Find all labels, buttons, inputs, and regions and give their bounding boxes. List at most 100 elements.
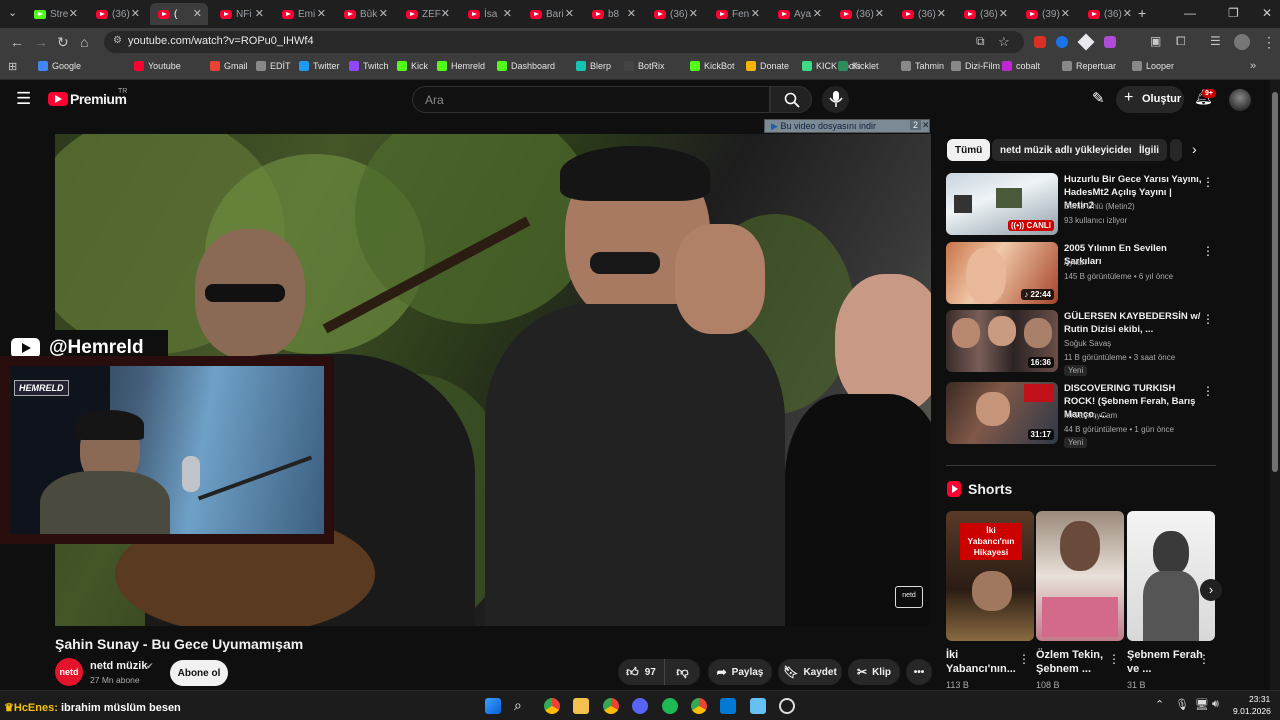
tab-close-icon[interactable]: ✕ xyxy=(999,7,1008,20)
channel-name[interactable]: netd müzik xyxy=(90,660,147,672)
tab-close-icon[interactable]: ✕ xyxy=(441,7,450,20)
windows-start-icon[interactable] xyxy=(485,698,501,714)
browser-tab[interactable]: (36) ✕ xyxy=(646,3,704,25)
more-bookmarks-icon[interactable]: » xyxy=(1250,60,1256,72)
site-info-icon[interactable]: ⚙ xyxy=(113,35,122,46)
tray-volume-icon[interactable]: 🔊︎ xyxy=(1212,698,1219,711)
bookmark-item[interactable]: Repertuar xyxy=(1062,61,1116,71)
downloads-icon[interactable]: ▣ xyxy=(1150,34,1161,48)
extension-red-icon[interactable] xyxy=(1034,36,1046,48)
page-scrollbar[interactable] xyxy=(1270,80,1280,690)
bookmark-item[interactable]: Kick xyxy=(397,61,428,71)
save-button[interactable]: 🔖︎ Kaydet xyxy=(778,659,842,685)
browser-tab[interactable]: (36) ✕ xyxy=(956,3,1014,25)
tab-close-icon[interactable]: ✕ xyxy=(317,7,326,20)
browser-menu-icon[interactable]: ⋮ xyxy=(1262,34,1276,51)
browser-tab[interactable]: (36) ✕ xyxy=(88,3,146,25)
kebab-menu-icon[interactable]: ⋮ xyxy=(1202,384,1214,398)
kebab-menu-icon[interactable]: ⋮ xyxy=(1108,652,1120,666)
recommended-video[interactable]: 31:17 DISCOVERING TURKISH ROCK! (Şebnem … xyxy=(946,382,1216,448)
chip-from-uploader[interactable]: netd müzik adlı yükleyiciden xyxy=(992,139,1144,161)
bookmark-item[interactable]: Google xyxy=(38,61,81,71)
chip-partial[interactable] xyxy=(1170,139,1182,161)
side-panel-icon[interactable]: ☰ xyxy=(1210,34,1221,48)
bookmark-item[interactable]: Twitter xyxy=(299,61,340,71)
discord-icon[interactable] xyxy=(632,698,648,714)
browser-tab[interactable]: Fen ✕ xyxy=(708,3,766,25)
close-window-button[interactable]: ✕ xyxy=(1262,6,1272,20)
spotify-icon[interactable] xyxy=(662,698,678,714)
extensions-puzzle-icon[interactable]: ⧠ xyxy=(1176,34,1186,49)
file-explorer-icon[interactable] xyxy=(573,698,589,714)
bookmark-item[interactable]: Tahmin xyxy=(901,61,944,71)
bookmark-star-icon[interactable]: ☆ xyxy=(998,34,1010,50)
download-close-icon[interactable]: ✕ xyxy=(922,120,930,131)
short-title[interactable]: İki Yabancı'nın... xyxy=(946,648,1026,676)
steam-icon[interactable] xyxy=(750,698,766,714)
short-title[interactable]: Özlem Tekin, Şebnem ... xyxy=(1036,648,1116,676)
bookmark-item[interactable]: Hemreld xyxy=(437,61,485,71)
subscribe-button[interactable]: Abone ol xyxy=(170,660,228,686)
chrome-profile-icon[interactable] xyxy=(603,698,619,714)
video-thumbnail[interactable]: 31:17 xyxy=(946,382,1058,444)
download-video-bar[interactable]: ▶ Bu video dosyasını indir 2 ✕ xyxy=(764,119,930,133)
tab-list-chevron-icon[interactable]: ⌄ xyxy=(8,6,17,19)
tab-close-icon[interactable]: ✕ xyxy=(751,7,760,20)
chip-related[interactable]: İlgili xyxy=(1131,139,1167,161)
tab-close-icon[interactable]: ✕ xyxy=(131,7,140,20)
minimize-button[interactable]: — xyxy=(1184,6,1196,20)
search-button[interactable] xyxy=(770,86,812,113)
voice-search-button[interactable] xyxy=(822,86,849,113)
kebab-menu-icon[interactable]: ⋮ xyxy=(1018,652,1030,666)
obs-icon[interactable] xyxy=(779,698,795,714)
channel-name[interactable]: Deniz Ünlü (Metin2) xyxy=(1064,202,1135,211)
create-button[interactable]: + Oluştur xyxy=(1116,86,1184,113)
like-button[interactable]: 👍︎ 97 xyxy=(618,659,664,685)
bookmark-item[interactable]: Looper xyxy=(1132,61,1174,71)
hamburger-menu-icon[interactable]: ☰ xyxy=(16,89,31,109)
bookmark-item[interactable]: Dashboard xyxy=(497,61,555,71)
more-actions-button[interactable]: ••• xyxy=(906,659,932,685)
short-thumbnail[interactable]: İki Yabancı'nın Hikayesi xyxy=(946,511,1034,641)
bookmark-item[interactable]: Youtube xyxy=(134,61,181,71)
browser-tab[interactable]: NFi ✕ xyxy=(212,3,270,25)
dislike-button[interactable]: 👎︎ xyxy=(664,659,700,685)
chip-all[interactable]: Tümü xyxy=(947,139,991,161)
bookmark-item[interactable]: BotRix xyxy=(624,61,665,71)
browser-tab[interactable]: b8 ✕ xyxy=(584,3,642,25)
tab-close-icon[interactable]: ✕ xyxy=(379,7,388,20)
recommended-video[interactable]: ♪ 22:44 2005 Yılının En Sevilen Şarkılar… xyxy=(946,242,1216,304)
tray-mic-icon[interactable]: 🎙︎ xyxy=(1175,698,1189,711)
tab-close-icon[interactable]: ✕ xyxy=(503,7,512,20)
browser-tab[interactable]: (36) ✕ xyxy=(832,3,890,25)
bookmark-item[interactable]: cobalt xyxy=(1002,61,1040,71)
clip-button[interactable]: ✂ Klip xyxy=(848,659,900,685)
browser-tab[interactable]: (36) ✕ xyxy=(1080,3,1138,25)
tab-close-icon[interactable]: ✕ xyxy=(689,7,698,20)
browser-tab[interactable]: (39) ✕ xyxy=(1018,3,1076,25)
tab-close-icon[interactable]: ✕ xyxy=(69,7,78,20)
tray-chevron-icon[interactable]: ⌃ xyxy=(1155,698,1164,711)
video-thumbnail[interactable]: ♪ 22:44 xyxy=(946,242,1058,304)
chrome-icon[interactable] xyxy=(544,698,560,714)
chrome-alt-icon[interactable] xyxy=(691,698,707,714)
tab-close-icon[interactable]: ✕ xyxy=(1123,7,1132,20)
tab-close-icon[interactable]: ✕ xyxy=(627,7,636,20)
tab-close-icon[interactable]: ✕ xyxy=(255,7,264,20)
tab-close-icon[interactable]: ✕ xyxy=(875,7,884,20)
bookmark-item[interactable]: EDİT xyxy=(256,61,291,71)
browser-tab[interactable]: ZEF ✕ xyxy=(398,3,456,25)
browser-tab[interactable]: Aya ✕ xyxy=(770,3,828,25)
forward-arrow-icon[interactable]: → xyxy=(34,34,48,50)
browser-tab[interactable]: (36) ✕ xyxy=(894,3,952,25)
install-app-icon[interactable]: ⧉ xyxy=(976,34,985,49)
channel-name[interactable]: Soğuk Savaş xyxy=(1064,339,1111,348)
new-tab-button[interactable]: + xyxy=(1138,5,1146,21)
address-bar[interactable]: ⚙ youtube.com/watch?v=ROPu0_IHWf4 xyxy=(104,31,1024,53)
recommended-video[interactable]: ((•)) CANLI Huzurlu Bir Gece Yarısı Yayı… xyxy=(946,173,1216,235)
account-avatar[interactable] xyxy=(1229,89,1251,111)
channel-name[interactable]: Aykan xyxy=(1064,258,1086,267)
browser-tab[interactable]: Bari ✕ xyxy=(522,3,580,25)
reload-icon[interactable]: ↻ xyxy=(57,34,69,51)
video-title[interactable]: GÜLERSEN KAYBEDERSİN w/ Rutin Dizisi eki… xyxy=(1064,310,1202,336)
